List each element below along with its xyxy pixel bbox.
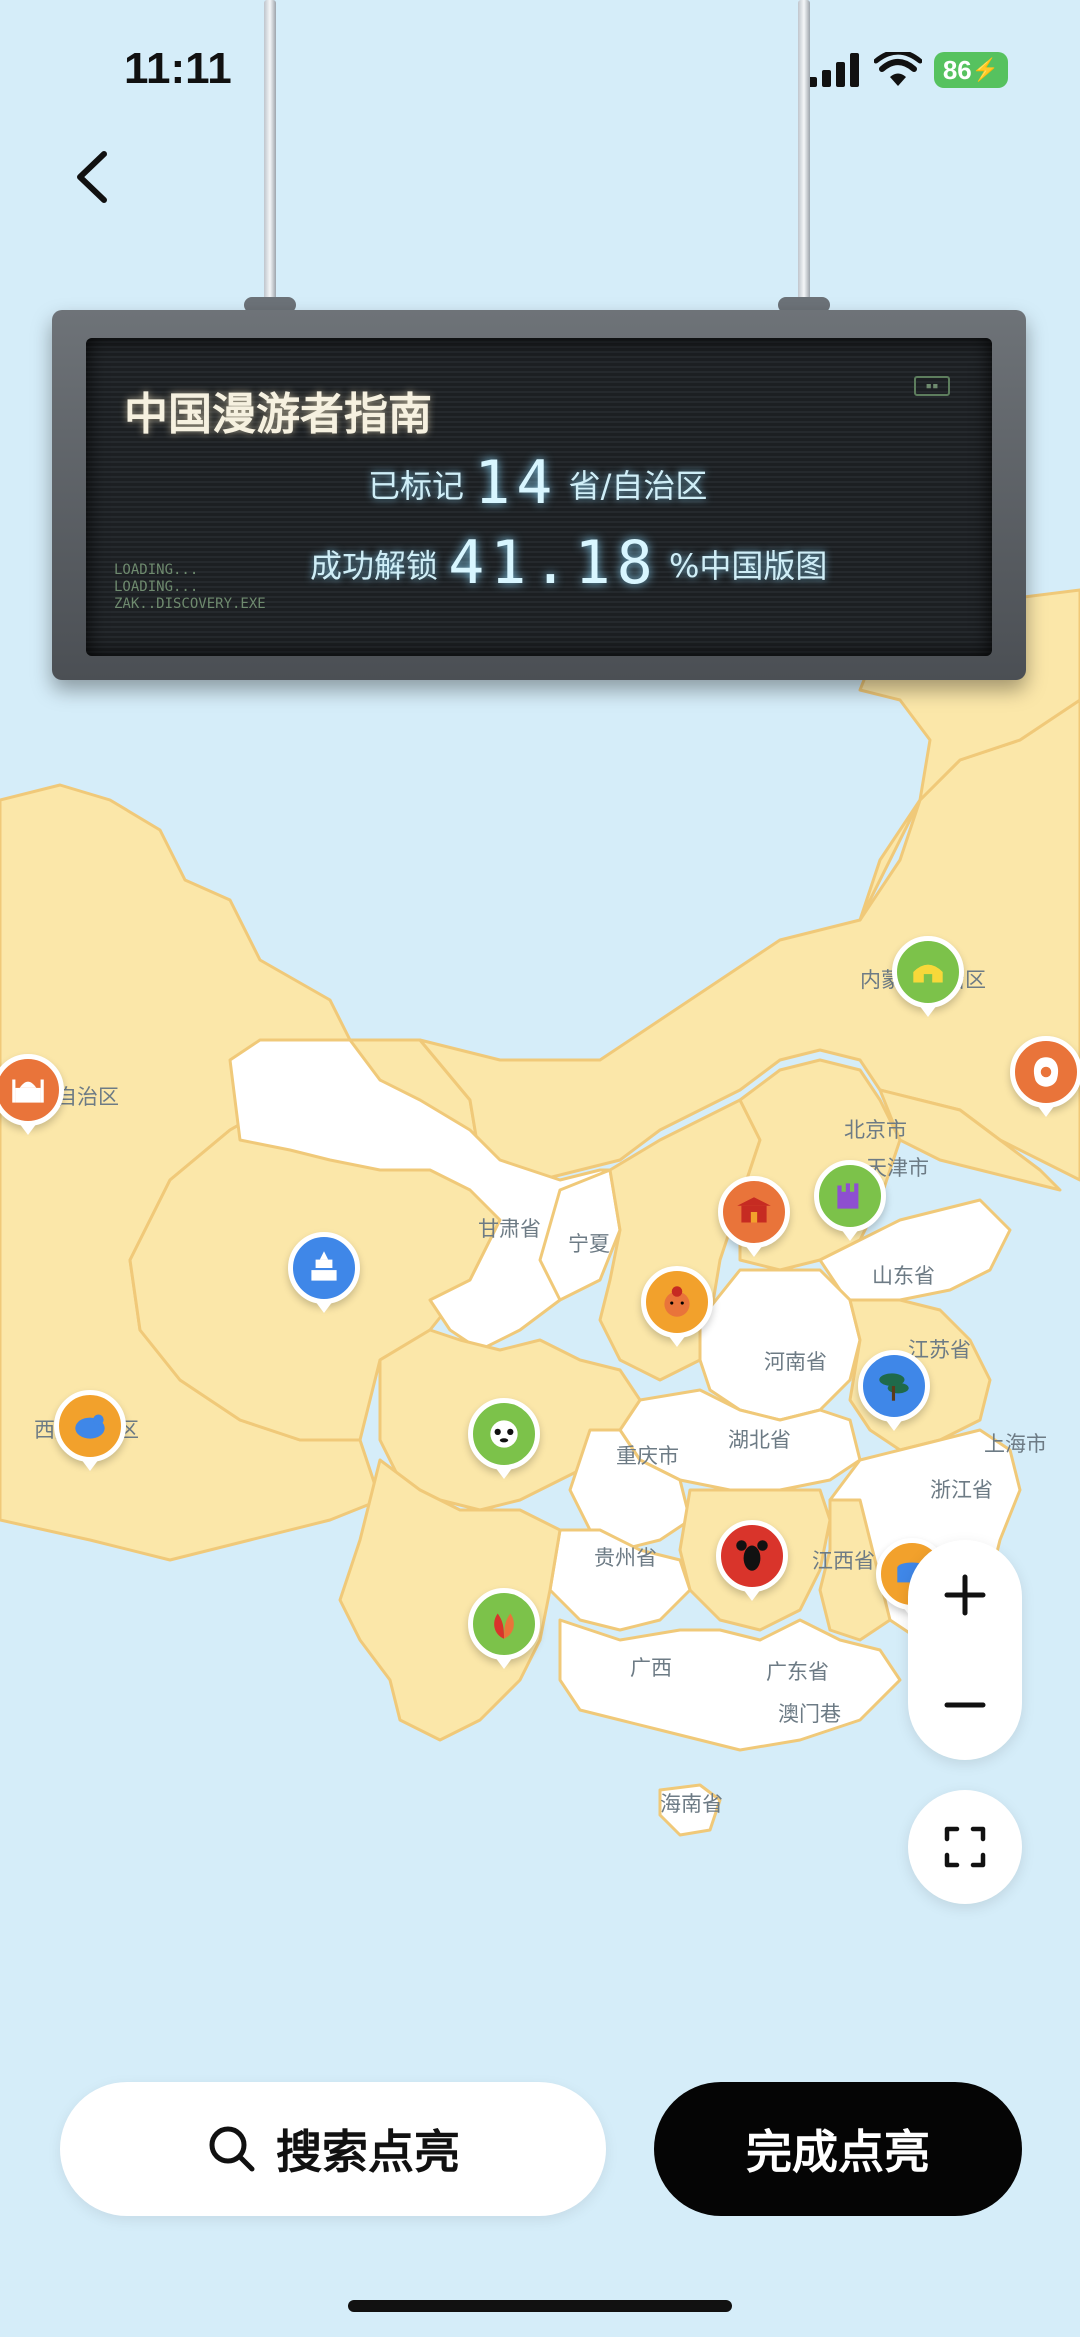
battery-icon: 86 ⚡ — [934, 52, 1008, 88]
unlock-prefix: 成功解锁 — [310, 547, 439, 585]
marked-prefix: 已标记 — [368, 467, 465, 505]
tibet-yak-icon[interactable] — [54, 1390, 126, 1471]
loading-text: LOADING... LOADING... ZAK..DISCOVERY.EXE — [114, 562, 266, 612]
board-title: 中国漫游者指南 — [124, 389, 432, 440]
status-time: 11:11 — [124, 44, 232, 93]
marked-suffix: 省/自治区 — [568, 467, 708, 505]
search-icon — [209, 2126, 255, 2172]
label-jiangxi: 江西省 — [812, 1549, 875, 1573]
label-guangxi: 广西 — [630, 1656, 672, 1680]
zoom-out-button[interactable] — [908, 1650, 1022, 1760]
marked-count: 14 — [474, 448, 559, 518]
label-macau: 澳门巷 — [778, 1702, 841, 1726]
minus-icon — [944, 1702, 986, 1708]
board-pole-left — [264, 0, 276, 305]
chevron-left-icon — [77, 151, 107, 203]
beijing-gate-icon[interactable] — [718, 1176, 790, 1257]
home-indicator — [348, 2300, 732, 2312]
sichuan-panda-icon[interactable] — [468, 1398, 540, 1479]
label-zhejiang: 浙江省 — [930, 1478, 993, 1502]
search-light-label: 搜索点亮 — [276, 2125, 460, 2179]
label-shandong: 山东省 — [872, 1264, 935, 1288]
fit-view-button[interactable] — [908, 1790, 1022, 1904]
unlock-line: 成功解锁 41.18 %中国版图 — [310, 528, 827, 598]
hunan-crayfish-icon[interactable] — [716, 1520, 788, 1601]
finish-light-button[interactable]: 完成点亮 — [654, 2082, 1022, 2216]
hebei-wall-icon[interactable] — [814, 1160, 886, 1241]
status-icons: 86 ⚡ — [808, 52, 1008, 88]
label-shanghai: 上海市 — [984, 1432, 1047, 1456]
marked-line: 已标记 14 省/自治区 — [368, 448, 707, 518]
shaanxi-warrior-icon[interactable] — [641, 1266, 713, 1347]
inner-mongolia-yurt-icon[interactable] — [892, 936, 964, 1017]
label-hainan: 海南省 — [660, 1792, 723, 1816]
fullscreen-icon — [944, 1826, 986, 1868]
finish-light-label: 完成点亮 — [746, 2125, 930, 2179]
qinghai-temple-icon[interactable] — [288, 1232, 360, 1313]
label-guizhou: 贵州省 — [594, 1546, 657, 1570]
signal-icon — [808, 53, 859, 87]
label-hubei: 湖北省 — [728, 1428, 791, 1452]
label-henan: 河南省 — [764, 1350, 827, 1374]
battery-level: 86 — [942, 54, 972, 85]
wifi-icon — [874, 52, 922, 86]
label-beijing: 北京市 — [844, 1118, 907, 1142]
unlock-percent: 41.18 — [448, 528, 659, 598]
label-gansu: 甘肃省 — [478, 1217, 541, 1241]
yunnan-peacock-icon[interactable] — [468, 1588, 540, 1669]
anhui-pine-icon[interactable] — [858, 1350, 930, 1431]
label-guangdong: 广东省 — [766, 1660, 829, 1684]
chip-icon: ▪▪ — [914, 376, 950, 396]
heilongjiang-icon[interactable] — [1010, 1036, 1080, 1117]
label-xinjiang: 自治区 — [56, 1085, 119, 1109]
board-screen: 中国漫游者指南 ▪▪ 已标记 14 省/自治区 成功解锁 41.18 %中国版图… — [86, 338, 992, 656]
unlock-suffix: %中国版图 — [668, 547, 828, 585]
label-chongqing: 重庆市 — [616, 1444, 679, 1468]
label-ningxia: 宁夏 — [568, 1232, 610, 1256]
board-pole-right — [798, 0, 810, 305]
search-light-button[interactable]: 搜索点亮 — [60, 2082, 606, 2216]
progress-board: 中国漫游者指南 ▪▪ 已标记 14 省/自治区 成功解锁 41.18 %中国版图… — [52, 310, 1026, 680]
zoom-in-button[interactable] — [908, 1540, 1022, 1650]
zoom-controls — [908, 1540, 1022, 1760]
back-button[interactable] — [60, 140, 130, 210]
plus-icon — [944, 1574, 986, 1616]
